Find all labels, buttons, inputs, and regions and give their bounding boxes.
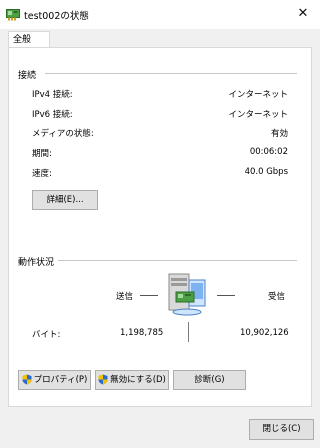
ipv4-label: IPv4 接続: [32, 90, 73, 100]
connection-group-divider [45, 73, 297, 74]
duration-value: 00:06:02 [249, 147, 288, 157]
details-button[interactable]: 詳細(E)... [32, 190, 98, 210]
disable-button[interactable]: 無効にする(D) [95, 370, 169, 390]
properties-button[interactable]: プロパティ(P) [18, 370, 91, 390]
ipv6-label: IPv6 接続: [32, 110, 73, 120]
network-computer-icon [168, 273, 206, 316]
properties-button-label: プロパティ(P) [33, 375, 88, 385]
activity-divider [188, 322, 189, 342]
window-title: test002の状態 [24, 11, 89, 22]
disable-button-label: 無効にする(D) [110, 375, 166, 385]
uac-shield-icon [98, 374, 108, 385]
tab-general-label: 全般 [13, 35, 32, 45]
title-bar: test002の状態 ✕ [0, 0, 320, 29]
close-window-button[interactable]: ✕ [294, 5, 312, 23]
network-adapter-icon [6, 9, 20, 21]
diagnose-button-label: 診断(G) [194, 375, 225, 385]
activity-group-divider [58, 260, 297, 261]
sent-line [140, 295, 158, 296]
bytes-label: バイト: [32, 330, 61, 340]
received-label: 受信 [268, 292, 286, 302]
close-button-label: 閉じる(C) [262, 424, 301, 434]
close-button[interactable]: 閉じる(C) [249, 419, 314, 440]
duration-label: 期間: [32, 149, 52, 159]
bytes-sent-value: 1,198,785 [120, 328, 164, 338]
media-state-value: 有効 [270, 129, 288, 139]
ipv6-value: インターネット [228, 110, 288, 120]
status-dialog: test002の状態 ✕ 全般 接続 IPv4 接続: インターネット IPv6… [0, 0, 320, 448]
diagnose-button[interactable]: 診断(G) [173, 370, 246, 390]
close-icon: ✕ [297, 6, 309, 21]
speed-label: 速度: [32, 169, 52, 179]
general-panel [8, 47, 312, 407]
bytes-received-value: 10,902,126 [240, 328, 289, 338]
sent-label: 送信 [116, 292, 134, 302]
details-button-label: 詳細(E)... [46, 195, 84, 205]
activity-group-title: 動作状況 [18, 258, 55, 268]
ipv4-value: インターネット [228, 90, 288, 100]
connection-group-title: 接続 [18, 71, 37, 81]
media-state-label: メディアの状態: [32, 129, 94, 139]
tab-general[interactable]: 全般 [8, 31, 50, 47]
received-line [217, 295, 235, 296]
uac-shield-icon [22, 374, 32, 385]
speed-value: 40.0 Gbps [244, 167, 288, 177]
